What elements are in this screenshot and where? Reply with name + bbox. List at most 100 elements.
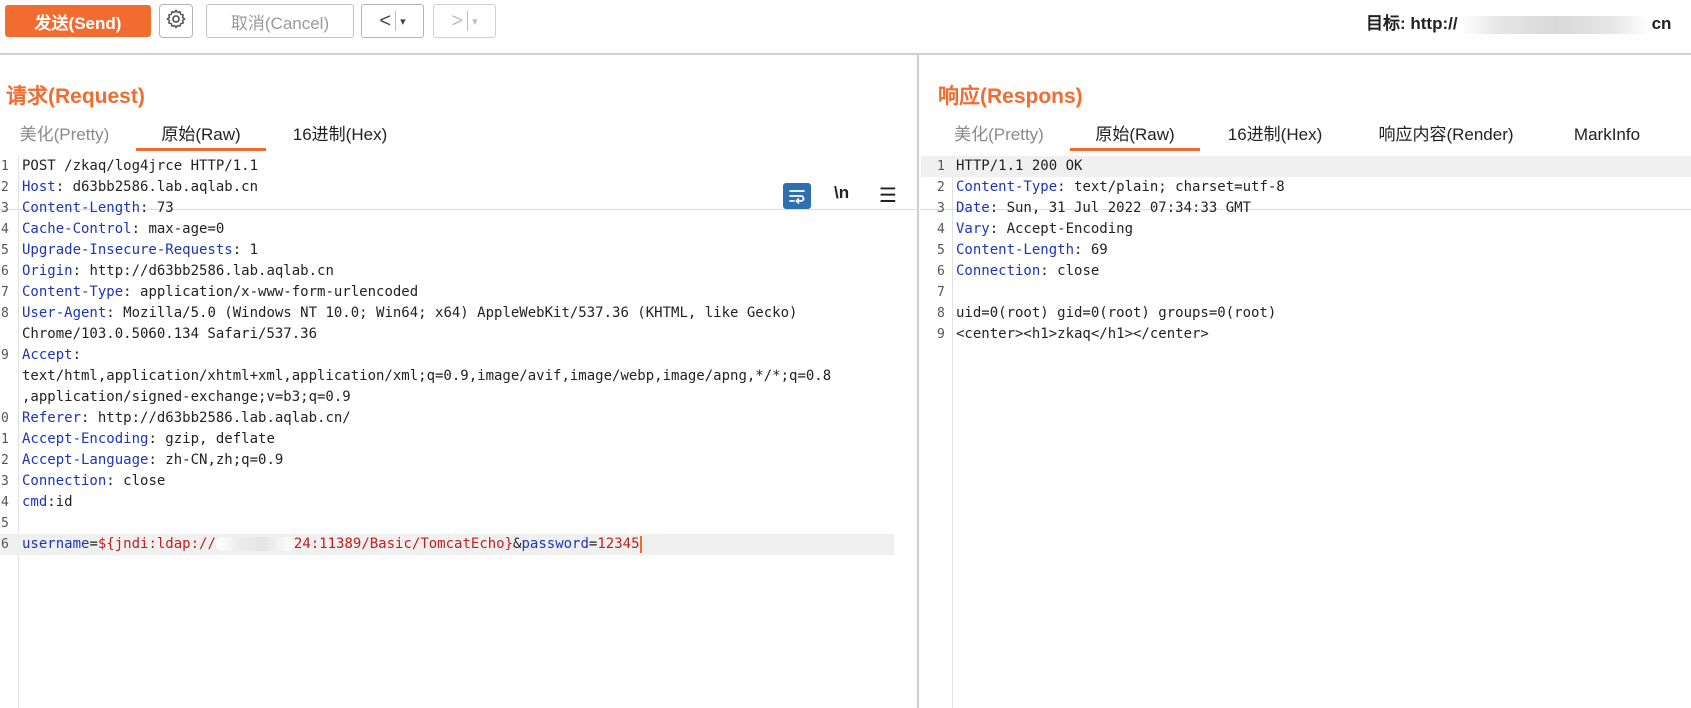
send-button[interactable]: 发送(Send) bbox=[5, 5, 151, 37]
line-number: 2 bbox=[1, 180, 9, 195]
line-number: 8 bbox=[1, 306, 9, 321]
header-value: uid=0(root) gid=0(root) groups=0(root) bbox=[956, 305, 1277, 321]
header-separator: : bbox=[106, 305, 124, 321]
code-line: 7 Content-Type: application/x-www-form-ur… bbox=[0, 282, 917, 303]
code-line: 6 Connection: close bbox=[921, 261, 1691, 282]
header-separator: : bbox=[123, 284, 141, 300]
line-number: 4 bbox=[1, 222, 9, 237]
cancel-button[interactable]: 取消(Cancel) bbox=[206, 4, 354, 38]
line-number: 6 bbox=[937, 264, 945, 279]
line-text: uid=0(root) gid=0(root) groups=0(root) bbox=[956, 303, 1276, 324]
line-text: Accept: bbox=[22, 345, 81, 366]
tab-pretty[interactable]: 美化(Pretty) bbox=[12, 118, 117, 151]
header-key: Vary bbox=[956, 221, 990, 237]
line-number: 5 bbox=[1, 516, 9, 531]
line-text: Connection: close bbox=[956, 261, 1099, 282]
back-button[interactable]: < ▾ bbox=[361, 4, 424, 38]
header-key: Content-Length bbox=[22, 200, 141, 216]
forward-button[interactable]: > ▾ bbox=[433, 4, 496, 38]
header-value: max-age=0 bbox=[148, 221, 225, 237]
header-key: Connection bbox=[956, 263, 1041, 279]
code-line: 5 Content-Length: 69 bbox=[921, 240, 1691, 261]
tab-pretty[interactable]: 美化(Pretty) bbox=[943, 118, 1055, 151]
code-line: text/html,application/xhtml+xml,applicat… bbox=[0, 366, 917, 387]
param-equals: = bbox=[89, 536, 98, 552]
header-separator: : bbox=[106, 473, 124, 489]
request-title: 请求(Request) bbox=[6, 85, 145, 108]
chevron-left-icon: < bbox=[379, 9, 392, 32]
target-suffix: cn bbox=[1651, 14, 1672, 33]
toolbar: 发送(Send) 取消(Cancel) < ▾ > ▾ 目标: http:// c… bbox=[0, 0, 1691, 42]
tab-raw[interactable]: 原始(Raw) bbox=[1070, 118, 1200, 151]
line-number: 5 bbox=[937, 243, 945, 258]
tab-hex[interactable]: 16进制(Hex) bbox=[285, 118, 395, 151]
code-line: 3 Content-Length: 73 bbox=[0, 198, 917, 219]
header-key: cmd bbox=[22, 494, 48, 510]
line-number: 2 bbox=[1, 453, 9, 468]
code-line: 5 Upgrade-Insecure-Requests: 1 bbox=[0, 240, 917, 261]
target-url[interactable]: 目标: http:// cn bbox=[1366, 9, 1671, 34]
header-value: application/x-www-form-urlencoded bbox=[140, 284, 419, 300]
request-editor[interactable]: 1 POST /zkaq/log4jrce HTTP/1.1 2 Host: d63b… bbox=[0, 156, 917, 708]
response-panel: 响应(Respons) 美化(Pretty) 原始(Raw) 16进制(Hex)… bbox=[921, 55, 1691, 708]
header-key: User-Agent bbox=[22, 305, 107, 321]
response-editor[interactable]: 1 HTTP/1.1 200 OK 2 Content-Type: text/plai… bbox=[921, 156, 1691, 708]
chevron-down-icon[interactable]: ▾ bbox=[400, 15, 406, 28]
line-text: Referer: http://d63bb2586.lab.aqlab.cn/ bbox=[22, 408, 351, 429]
code-line: 4 cmd:id bbox=[0, 492, 917, 513]
header-key: Upgrade-Insecure-Requests bbox=[22, 242, 233, 258]
line-number: 7 bbox=[1, 285, 9, 300]
tab-render[interactable]: 响应内容(Render) bbox=[1366, 118, 1526, 151]
header-separator: : bbox=[55, 179, 73, 195]
header-separator: : bbox=[140, 200, 157, 216]
tab-hex[interactable]: 16进制(Hex) bbox=[1219, 118, 1331, 151]
header-separator: : bbox=[1074, 242, 1091, 258]
line-text: Chrome/103.0.5060.134 Safari/537.36 bbox=[22, 324, 317, 345]
header-value: http://d63bb2586.lab.aqlab.cn/ bbox=[97, 410, 351, 426]
header-key: Date bbox=[956, 200, 990, 216]
line-number: 1 bbox=[1, 432, 9, 447]
code-line: 4 Cache-Control: max-age=0 bbox=[0, 219, 917, 240]
header-value: 69 bbox=[1090, 242, 1108, 258]
line-text: text/html,application/xhtml+xml,applicat… bbox=[22, 366, 831, 387]
line-text: Content-Type: application/x-www-form-url… bbox=[22, 282, 418, 303]
line-text: User-Agent: Mozilla/5.0 (Windows NT 10.0… bbox=[22, 303, 797, 324]
code-line: 8 uid=0(root) gid=0(root) groups=0(root) bbox=[921, 303, 1691, 324]
code-line: 1 Accept-Encoding: gzip, deflate bbox=[0, 429, 917, 450]
header-value: http://d63bb2586.lab.aqlab.cn bbox=[89, 263, 334, 279]
line-number: 3 bbox=[937, 201, 945, 216]
tab-markinfo[interactable]: MarkInfo bbox=[1557, 118, 1657, 151]
header-value: close bbox=[123, 473, 166, 489]
redacted-ip bbox=[215, 537, 294, 551]
line-number: 9 bbox=[937, 327, 945, 342]
code-line: 8 User-Agent: Mozilla/5.0 (Windows NT 10.… bbox=[0, 303, 917, 324]
code-line: 1 HTTP/1.1 200 OK bbox=[921, 156, 1691, 177]
code-line: 6 Origin: http://d63bb2586.lab.aqlab.cn bbox=[0, 261, 917, 282]
gear-icon bbox=[165, 8, 187, 35]
param-value-password: 12345 bbox=[597, 536, 640, 552]
header-value: id bbox=[55, 494, 73, 510]
header-value: Accept-Encoding bbox=[1006, 221, 1134, 237]
code-line: 2 Host: d63bb2586.lab.aqlab.cn bbox=[0, 177, 917, 198]
header-value: zh-CN,zh;q=0.9 bbox=[165, 452, 284, 468]
chevron-down-icon[interactable]: ▾ bbox=[472, 15, 478, 28]
header-separator: : bbox=[47, 494, 56, 510]
code-line: 3 Connection: close bbox=[0, 471, 917, 492]
line-number: 0 bbox=[1, 411, 9, 426]
param-key-username: username bbox=[22, 536, 90, 552]
line-text: HTTP/1.1 200 OK bbox=[956, 156, 1082, 177]
settings-button[interactable] bbox=[159, 4, 193, 38]
header-key: Content-Type bbox=[22, 284, 124, 300]
line-text: Content-Length: 69 bbox=[956, 240, 1108, 261]
line-text: Date: Sun, 31 Jul 2022 07:34:33 GMT bbox=[956, 198, 1251, 219]
code-line: Chrome/103.0.5060.134 Safari/537.36 bbox=[0, 324, 917, 345]
code-line: 9 <center><h1>zkaq</h1></center> bbox=[921, 324, 1691, 345]
header-separator: : bbox=[989, 221, 1007, 237]
header-key: Connection bbox=[22, 473, 107, 489]
header-separator: : bbox=[232, 242, 250, 258]
header-value: gzip, deflate bbox=[165, 431, 275, 447]
line-number: 3 bbox=[1, 474, 9, 489]
tab-raw[interactable]: 原始(Raw) bbox=[136, 118, 266, 151]
code-line: 1 POST /zkaq/log4jrce HTTP/1.1 bbox=[0, 156, 917, 177]
param-key-password: password bbox=[521, 536, 589, 552]
